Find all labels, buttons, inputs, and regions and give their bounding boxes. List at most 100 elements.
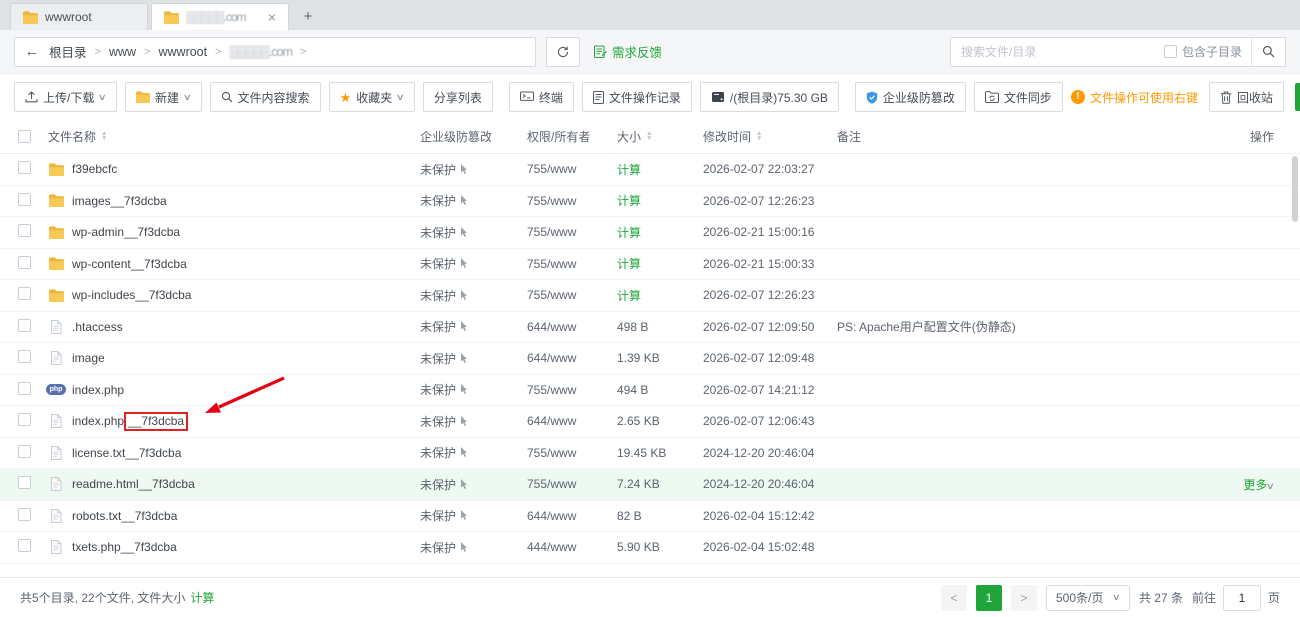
protect-status[interactable]: 未保护: [420, 509, 456, 523]
back-button[interactable]: ←: [15, 38, 49, 66]
protect-status[interactable]: 未保护: [420, 446, 456, 460]
vertical-scrollbar[interactable]: [1292, 156, 1298, 564]
sort-icon[interactable]: ▲▼: [101, 132, 107, 141]
table-row[interactable]: images__7f3dcba未保护755/www计算2026-02-07 12…: [0, 186, 1300, 218]
file-log-button[interactable]: 文件操作记录: [582, 82, 692, 112]
search-button[interactable]: [1251, 38, 1285, 66]
table-row[interactable]: wp-includes__7f3dcba未保护755/www计算2026-02-…: [0, 280, 1300, 312]
table-row[interactable]: license.txt__7f3dcba未保护755/www19.45 KB20…: [0, 438, 1300, 470]
prev-page-button[interactable]: <: [941, 585, 967, 611]
calc-size-link[interactable]: 计算: [617, 194, 641, 208]
file-name[interactable]: wp-content__7f3dcba: [72, 257, 187, 271]
refresh-button[interactable]: [546, 37, 580, 67]
file-name[interactable]: robots.txt__7f3dcba: [72, 509, 177, 523]
row-checkbox[interactable]: [18, 350, 31, 363]
protect-status[interactable]: 未保护: [420, 289, 456, 303]
row-checkbox[interactable]: [18, 476, 31, 489]
breadcrumb-item-www[interactable]: www: [109, 45, 136, 59]
file-name[interactable]: readme.html__7f3dcba: [72, 477, 195, 491]
tamper-protect-button[interactable]: 企业级防篡改: [855, 82, 966, 112]
search-input[interactable]: [951, 45, 1164, 59]
row-checkbox[interactable]: [18, 193, 31, 206]
more-link[interactable]: 更多∨: [1243, 478, 1274, 492]
favorites-button[interactable]: ★ 收藏夹 ∨: [329, 82, 415, 112]
row-checkbox[interactable]: [18, 319, 31, 332]
file-name[interactable]: txets.php__7f3dcba: [72, 540, 177, 554]
protect-status[interactable]: 未保护: [420, 478, 456, 492]
page-size-select[interactable]: 500条/页 ∨: [1046, 585, 1130, 611]
sort-icon[interactable]: ▲▼: [756, 132, 762, 141]
checkbox-icon[interactable]: [1164, 45, 1177, 58]
new-tab-button[interactable]: +: [296, 4, 320, 28]
tab-site[interactable]: ▒▒▒▒▒.com ×: [151, 3, 289, 30]
header-file-name[interactable]: 文件名称 ▲▼: [48, 128, 420, 145]
row-checkbox[interactable]: [18, 382, 31, 395]
tab-wwwroot[interactable]: wwwroot: [10, 3, 148, 30]
row-checkbox[interactable]: [18, 287, 31, 300]
file-name[interactable]: index.php: [72, 383, 124, 397]
calc-size-link[interactable]: 计算: [617, 289, 641, 303]
row-checkbox[interactable]: [18, 224, 31, 237]
row-checkbox[interactable]: [18, 161, 31, 174]
recycle-bin-button[interactable]: 回收站: [1209, 82, 1284, 112]
file-name[interactable]: index.php__7f3dcba: [72, 412, 188, 431]
protect-status[interactable]: 未保护: [420, 163, 456, 177]
header-modified-time[interactable]: 修改时间 ▲▼: [703, 128, 837, 145]
select-all-checkbox[interactable]: [18, 130, 31, 143]
share-list-button[interactable]: 分享列表: [423, 82, 493, 112]
row-checkbox[interactable]: [18, 539, 31, 552]
next-page-button[interactable]: >: [1011, 585, 1037, 611]
table-row[interactable]: robots.txt__7f3dcba未保护644/www82 B2026-02…: [0, 501, 1300, 533]
goto-page-input[interactable]: [1223, 585, 1261, 611]
file-name[interactable]: images__7f3dcba: [72, 194, 167, 208]
breadcrumb-item-wwwroot[interactable]: wwwroot: [158, 45, 207, 59]
close-icon[interactable]: ×: [268, 10, 276, 24]
breadcrumb-item-site[interactable]: ▒▒▒▒▒.com: [230, 45, 292, 59]
protect-status[interactable]: 未保护: [420, 383, 456, 397]
protect-status[interactable]: 未保护: [420, 541, 456, 555]
calc-size-link[interactable]: 计算: [617, 257, 641, 271]
upload-download-button[interactable]: 上传/下载 ∨: [14, 82, 117, 112]
protect-status[interactable]: 未保护: [420, 257, 456, 271]
feedback-link[interactable]: 需求反馈: [594, 42, 662, 61]
table-row[interactable]: wp-content__7f3dcba未保护755/www计算2026-02-2…: [0, 249, 1300, 281]
header-size[interactable]: 大小 ▲▼: [617, 128, 703, 145]
terminal-button[interactable]: 终端: [509, 82, 574, 112]
row-checkbox[interactable]: [18, 508, 31, 521]
page-1-button[interactable]: 1: [976, 585, 1002, 611]
row-checkbox[interactable]: [18, 445, 31, 458]
protect-status[interactable]: 未保护: [420, 194, 456, 208]
scrollbar-thumb[interactable]: [1292, 156, 1298, 222]
row-checkbox[interactable]: [18, 413, 31, 426]
table-row[interactable]: readme.html__7f3dcba未保护755/www7.24 KB202…: [0, 469, 1300, 501]
disk-button[interactable]: /(根目录)75.30 GB: [700, 82, 839, 112]
table-row[interactable]: phpindex.php未保护755/www494 B2026-02-07 14…: [0, 375, 1300, 407]
file-sync-button[interactable]: 文件同步: [974, 82, 1063, 112]
table-row[interactable]: f39ebcfc未保护755/www计算2026-02-07 22:03:27: [0, 154, 1300, 186]
table-row[interactable]: wp-admin__7f3dcba未保护755/www计算2026-02-21 …: [0, 217, 1300, 249]
calc-size-link[interactable]: 计算: [617, 163, 641, 177]
sort-icon[interactable]: ▲▼: [646, 132, 652, 141]
calc-total-size-link[interactable]: 计算: [190, 589, 214, 606]
table-row[interactable]: txets.php__7f3dcba未保护444/www5.90 KB2026-…: [0, 532, 1300, 564]
protect-status[interactable]: 未保护: [420, 226, 456, 240]
list-view-button[interactable]: [1295, 83, 1300, 111]
file-name[interactable]: f39ebcfc: [72, 162, 117, 176]
file-name[interactable]: wp-includes__7f3dcba: [72, 288, 191, 302]
file-name[interactable]: .htaccess: [72, 320, 123, 334]
breadcrumb-item-root[interactable]: 根目录: [49, 42, 87, 61]
file-name[interactable]: license.txt__7f3dcba: [72, 446, 181, 460]
file-name[interactable]: wp-admin__7f3dcba: [72, 225, 180, 239]
protect-status[interactable]: 未保护: [420, 415, 456, 429]
protect-status[interactable]: 未保护: [420, 320, 456, 334]
content-search-button[interactable]: 文件内容搜索: [210, 82, 321, 112]
file-name[interactable]: image: [72, 351, 105, 365]
table-row[interactable]: index.php__7f3dcba未保护644/www2.65 KB2026-…: [0, 406, 1300, 438]
row-checkbox[interactable]: [18, 256, 31, 269]
calc-size-link[interactable]: 计算: [617, 226, 641, 240]
new-button[interactable]: 新建 ∨: [125, 82, 202, 112]
table-row[interactable]: .htaccess未保护644/www498 B2026-02-07 12:09…: [0, 312, 1300, 344]
include-subdir-checkbox[interactable]: 包含子目录: [1164, 43, 1251, 60]
table-row[interactable]: image未保护644/www1.39 KB2026-02-07 12:09:4…: [0, 343, 1300, 375]
protect-status[interactable]: 未保护: [420, 352, 456, 366]
